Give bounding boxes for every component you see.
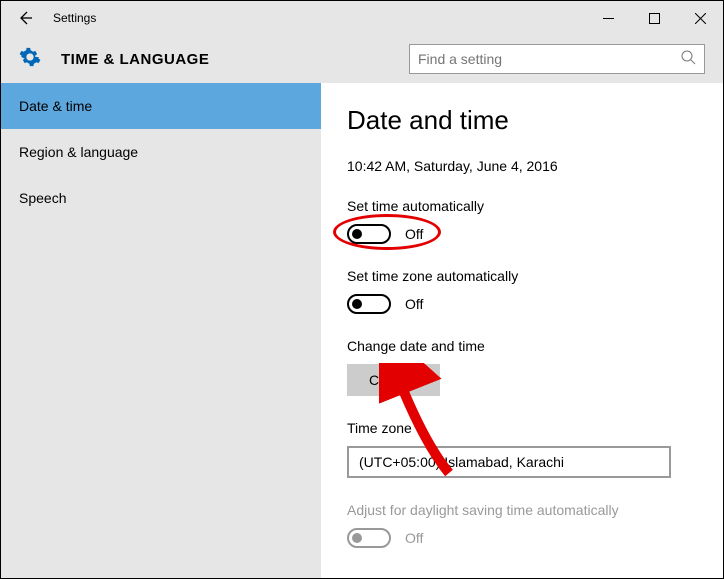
sidebar-item-label: Speech bbox=[19, 190, 66, 206]
sidebar-item-date-time[interactable]: Date & time bbox=[1, 83, 321, 129]
dst-state: Off bbox=[405, 530, 423, 546]
auto-tz-state: Off bbox=[405, 296, 423, 312]
window-controls bbox=[585, 1, 723, 35]
change-button[interactable]: Change bbox=[347, 364, 440, 396]
search-icon bbox=[680, 49, 696, 70]
auto-time-state: Off bbox=[405, 226, 423, 242]
maximize-icon bbox=[649, 13, 660, 24]
settings-window: Settings TIME & LANGUAGE Date & time Reg… bbox=[0, 0, 724, 579]
auto-tz-label: Set time zone automatically bbox=[347, 268, 697, 284]
content: Date and time 10:42 AM, Saturday, June 4… bbox=[321, 83, 723, 578]
sidebar-item-speech[interactable]: Speech bbox=[1, 175, 321, 221]
tz-label: Time zone bbox=[347, 420, 697, 436]
search-input[interactable] bbox=[418, 51, 680, 67]
auto-time-toggle[interactable] bbox=[347, 224, 391, 244]
header-title: TIME & LANGUAGE bbox=[61, 51, 209, 68]
titlebar: Settings bbox=[1, 1, 723, 35]
sidebar-item-label: Date & time bbox=[19, 98, 92, 114]
change-label: Change date and time bbox=[347, 338, 697, 354]
toggle-knob bbox=[352, 229, 362, 239]
setting-timezone: Time zone (UTC+05:00) Islamabad, Karachi bbox=[347, 420, 697, 478]
body: Date & time Region & language Speech Dat… bbox=[1, 83, 723, 578]
close-button[interactable] bbox=[677, 1, 723, 35]
maximize-button[interactable] bbox=[631, 1, 677, 35]
back-button[interactable] bbox=[1, 1, 49, 35]
page-title: Date and time bbox=[347, 105, 697, 136]
auto-tz-toggle[interactable] bbox=[347, 294, 391, 314]
current-datetime: 10:42 AM, Saturday, June 4, 2016 bbox=[347, 158, 697, 174]
sidebar: Date & time Region & language Speech bbox=[1, 83, 321, 578]
tz-value: (UTC+05:00) Islamabad, Karachi bbox=[359, 454, 564, 470]
minimize-icon bbox=[603, 13, 614, 24]
sidebar-item-label: Region & language bbox=[19, 144, 138, 160]
dst-label: Adjust for daylight saving time automati… bbox=[347, 502, 697, 518]
tz-select[interactable]: (UTC+05:00) Islamabad, Karachi bbox=[347, 446, 671, 478]
close-icon bbox=[695, 13, 706, 24]
search-box[interactable] bbox=[409, 44, 705, 74]
sidebar-item-region-language[interactable]: Region & language bbox=[1, 129, 321, 175]
setting-auto-tz: Set time zone automatically Off bbox=[347, 268, 697, 314]
setting-change-datetime: Change date and time Change bbox=[347, 338, 697, 396]
dst-toggle bbox=[347, 528, 391, 548]
toggle-knob bbox=[352, 533, 362, 543]
setting-dst: Adjust for daylight saving time automati… bbox=[347, 502, 697, 548]
gear-icon bbox=[19, 46, 41, 73]
minimize-button[interactable] bbox=[585, 1, 631, 35]
toggle-knob bbox=[352, 299, 362, 309]
header: TIME & LANGUAGE bbox=[1, 35, 723, 83]
auto-time-label: Set time automatically bbox=[347, 198, 697, 214]
setting-auto-time: Set time automatically Off bbox=[347, 198, 697, 244]
arrow-left-icon bbox=[16, 9, 34, 27]
window-title: Settings bbox=[53, 11, 96, 25]
